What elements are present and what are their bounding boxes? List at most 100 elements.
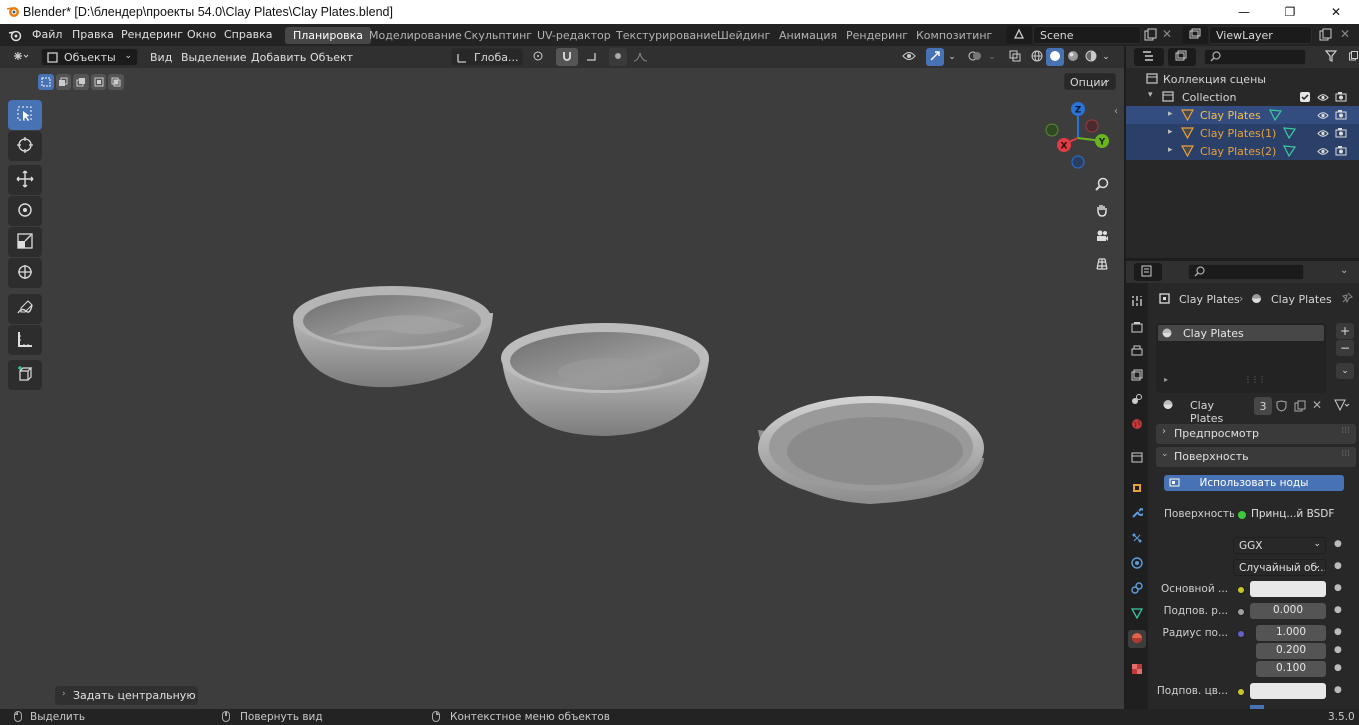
snap-toggle[interactable] [556,48,578,66]
sidebar-toggle-icon[interactable]: ‹ [1114,106,1118,117]
menu-render[interactable]: Рендеринг [121,28,183,41]
panel-surface-header[interactable]: ⌄ Поверхность ⁞⁞⁞ [1156,447,1356,467]
tab-layout[interactable]: Планировка [285,27,371,44]
unlink-material-icon[interactable]: ✕ [1312,398,1322,412]
outliner-row-object[interactable]: ▸ Clay Plates [1126,106,1359,124]
menu-add[interactable]: Добавить [251,51,306,64]
eye-icon[interactable] [1317,146,1329,159]
shading-rendered-button[interactable] [1082,48,1100,66]
plate-flat[interactable] [758,396,984,504]
view-layer-selector-button[interactable] [1182,26,1208,44]
scene-selector-button[interactable] [1006,26,1032,44]
menu-object[interactable]: Объект [310,51,353,64]
base-color-swatch[interactable] [1250,581,1326,597]
gizmo-toggle[interactable] [926,48,944,66]
tab-particles[interactable] [1128,530,1146,548]
disclosure-closed-icon[interactable]: ▸ [1164,375,1168,384]
snap-target-button[interactable] [580,48,606,66]
disclosure-closed-icon[interactable]: ▸ [1168,127,1173,137]
bowl-deep[interactable] [293,286,493,388]
camera-view-button[interactable] [1091,226,1113,248]
material-slot-specials-button[interactable]: ⌄ [1336,363,1354,379]
properties-search-input[interactable] [1188,264,1304,280]
bowl-medium[interactable] [501,323,709,436]
camera-render-icon[interactable] [1335,145,1347,159]
shading-dropdown[interactable]: ⌄ [1100,48,1112,66]
shading-material-button[interactable] [1064,48,1082,66]
distribution-dropdown[interactable]: GGX ⌄ [1233,537,1326,554]
tab-sculpting[interactable]: Скульптинг [456,27,540,44]
animate-property-dot-icon[interactable]: ● [1334,627,1342,637]
radius-x-field[interactable]: 1.000 [1256,625,1326,641]
outliner-editor-type-button[interactable] [1134,48,1164,66]
fake-user-shield-icon[interactable] [1276,400,1287,415]
subsurface-value-field[interactable]: 0.000 [1250,603,1326,619]
tab-modeling[interactable]: Моделирование [361,27,470,44]
delete-scene-icon[interactable]: ✕ [1162,27,1172,41]
menu-help[interactable]: Справка [224,28,272,41]
minimize-button[interactable]: — [1221,0,1267,24]
menu-file[interactable]: Файл [32,28,62,41]
add-material-slot-button[interactable]: + [1336,323,1354,339]
overlays-dropdown[interactable]: ⌄ [986,48,998,66]
falloff-button[interactable] [629,48,653,66]
options-dropdown[interactable]: Опции ⌄ [1064,73,1116,90]
tab-uv-editing[interactable]: UV-редактор [529,27,619,44]
tab-texture[interactable] [1128,661,1146,679]
eye-icon[interactable] [1317,128,1329,141]
proportional-editing-toggle[interactable] [609,48,627,66]
duplicate-material-icon[interactable] [1294,400,1306,415]
outliner-row-object[interactable]: ▸ Clay Plates(1) [1126,124,1359,142]
tab-output[interactable] [1128,343,1146,361]
tab-collection[interactable] [1128,449,1146,467]
camera-render-icon[interactable] [1335,127,1347,141]
tab-tool[interactable] [1128,293,1146,311]
display-mode-button[interactable] [1168,48,1196,66]
outliner-row-collection[interactable]: ▾ Collection [1126,88,1359,106]
filter-button[interactable] [1318,48,1346,66]
tab-render[interactable] [1128,319,1146,337]
last-operator-panel[interactable]: › Задать центральную точк [55,686,198,705]
disclosure-closed-icon[interactable]: ▸ [1168,145,1173,155]
pivot-point-button[interactable] [528,48,552,66]
link-mode-button[interactable] [1328,397,1356,415]
material-users-count[interactable]: 3 [1254,397,1272,415]
tab-scene[interactable] [1128,391,1146,409]
blender-menu-icon[interactable] [8,28,22,45]
animate-property-dot-icon[interactable]: ● [1334,685,1342,695]
browse-material-button[interactable] [1156,397,1182,415]
shading-solid-button[interactable] [1046,48,1064,66]
remove-material-slot-button[interactable]: − [1336,340,1354,356]
eye-icon[interactable] [1317,92,1329,105]
animate-property-dot-icon[interactable]: ● [1334,583,1342,593]
new-scene-icon[interactable] [1143,28,1157,45]
menu-window[interactable]: Окно [187,28,216,41]
animate-property-dot-icon[interactable]: ● [1334,561,1342,571]
tab-physics[interactable] [1128,555,1146,573]
outliner-add-button[interactable] [1348,48,1358,66]
camera-render-icon[interactable] [1335,91,1347,105]
outliner-row-object[interactable]: ▸ Clay Plates(2) [1126,142,1359,160]
perspective-toggle-button[interactable] [1091,254,1113,276]
resize-grip-icon[interactable]: ⋮⋮⋮ [1244,375,1266,384]
tab-world[interactable] [1128,416,1146,434]
tab-compositing[interactable]: Композитинг [908,27,1000,44]
drag-handle-icon[interactable]: ⁞⁞⁞ [1341,449,1350,459]
zoom-button[interactable] [1091,174,1113,196]
tab-view-layer[interactable] [1128,367,1146,385]
maximize-button[interactable]: ❐ [1267,0,1313,24]
delete-view-layer-icon[interactable]: ✕ [1340,27,1350,41]
disclosure-open-icon[interactable]: ▾ [1148,90,1153,100]
xray-toggle[interactable] [1006,48,1024,66]
chevron-down-icon[interactable]: ⌄ [1340,265,1348,276]
outliner-search-input[interactable] [1204,49,1306,65]
tab-constraints[interactable] [1128,580,1146,598]
animate-property-dot-icon[interactable]: ● [1334,539,1342,549]
tab-rendering[interactable]: Рендеринг [838,27,916,44]
panel-preview-header[interactable]: › Предпросмотр ⁞⁞⁞ [1156,424,1356,444]
drag-handle-icon[interactable]: ⁞⁞⁞ [1341,426,1350,436]
new-view-layer-icon[interactable] [1318,28,1332,45]
tab-material[interactable] [1128,630,1146,648]
tab-modifiers[interactable] [1128,505,1146,523]
properties-editor-type-button[interactable] [1134,263,1162,281]
